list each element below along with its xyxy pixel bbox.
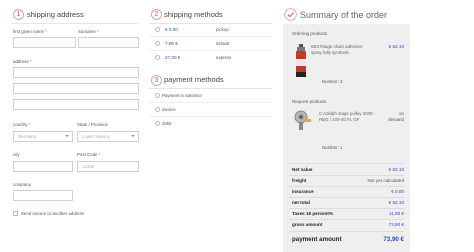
gross-amount-label: gross amount xyxy=(292,222,323,227)
address-line-1-input[interactable] xyxy=(13,67,139,78)
payment-option-separator xyxy=(149,116,272,117)
surname-input[interactable] xyxy=(78,37,139,48)
shipping-address-divider xyxy=(11,23,139,24)
post-code-label-text: Post Code xyxy=(77,152,98,157)
step-3-badge: 3 xyxy=(151,75,162,86)
totals-row-separator xyxy=(289,208,404,209)
totals-row-separator xyxy=(289,186,404,187)
product-2-price: on demand xyxy=(388,111,404,122)
payment-amount-value: 73,90 € xyxy=(383,236,404,243)
shipping-option-pickup-price: € 0.00 xyxy=(165,27,178,32)
required-mark: * xyxy=(98,152,101,157)
send-invoice-checkbox[interactable] xyxy=(13,211,18,216)
totals-separator xyxy=(289,163,404,164)
totals-row-separator xyxy=(289,175,404,176)
shipping-methods-divider xyxy=(149,23,272,24)
company-input[interactable] xyxy=(13,190,73,201)
freight-label: freight xyxy=(292,178,307,183)
summary-check-icon xyxy=(284,8,297,21)
post-code-input[interactable]: 12345 xyxy=(77,161,139,172)
payment-methods-divider xyxy=(149,88,272,89)
state-select[interactable]: Lower Saxony xyxy=(77,131,139,142)
required-mark: * xyxy=(28,122,31,127)
first-name-input[interactable] xyxy=(13,37,76,48)
product-2-quantity: Number: 1 xyxy=(322,145,343,150)
taxes-label: Taxes 19 percent% xyxy=(292,211,334,216)
net-total-label: net total xyxy=(292,200,310,205)
payment-option-debit-label: debit xyxy=(162,121,172,126)
product-pulley-image xyxy=(294,110,311,130)
shipping-option-separator xyxy=(149,50,272,51)
payment-option-invoice-radio[interactable] xyxy=(155,107,160,112)
taxes-amount: 11,80 € xyxy=(389,211,404,216)
insurance-amount: € 0.00 xyxy=(391,189,404,194)
net-value-label: Net value xyxy=(292,167,313,172)
totals-row-separator xyxy=(289,197,404,198)
city-label: city xyxy=(13,152,20,157)
product-1-price: € 62.10 xyxy=(388,44,404,49)
country-label: country * xyxy=(13,122,30,127)
product-1-name: IBISTstage chain adhesive spray fully sy… xyxy=(311,44,381,55)
summary-panel: Ordering products IBISTstage chain adhes… xyxy=(283,24,410,252)
product-1-quantity: Number: 3 xyxy=(322,79,343,84)
step-2-badge: 2 xyxy=(151,9,162,20)
shipping-option-express-name: express xyxy=(216,55,232,60)
shipping-methods-title: shipping methods xyxy=(164,10,223,19)
summary-title: Summary of the order xyxy=(300,10,388,20)
address-line-2-input[interactable] xyxy=(13,83,139,94)
country-label-text: country xyxy=(13,122,28,127)
payment-option-advance-label: Payment in advance xyxy=(162,93,202,98)
shipping-option-express-radio[interactable] xyxy=(155,55,160,60)
required-mark: * xyxy=(45,29,47,34)
product-spray-can-image xyxy=(296,44,306,77)
state-label: State / Province xyxy=(77,122,108,127)
product-2-name-line-1: C Adolph stage pulley 2000- xyxy=(319,111,374,116)
product-2-name-line-2: RBG / 100-40 FL GF xyxy=(319,116,360,122)
gross-amount-value: 73,90 € xyxy=(388,222,404,227)
net-value-amount: € 62.10 xyxy=(388,167,404,172)
send-invoice-label: Send invoice to another address xyxy=(21,211,84,216)
payment-option-debit-radio[interactable] xyxy=(155,121,160,126)
shipping-option-pickup-radio[interactable] xyxy=(155,27,160,32)
shipping-option-separator xyxy=(149,36,272,37)
step-1-badge: 1 xyxy=(13,9,24,20)
totals-row-separator xyxy=(289,231,404,232)
country-select[interactable]: Germany xyxy=(13,131,73,142)
surname-label: Surname * xyxy=(78,29,99,34)
totals-row-separator xyxy=(289,219,404,220)
net-total-amount: € 62.10 xyxy=(388,200,404,205)
shipping-option-pickup-name: pickup xyxy=(216,27,229,32)
payment-option-advance-radio[interactable] xyxy=(155,93,160,98)
shipping-address-title: shipping address xyxy=(27,10,84,19)
shipping-option-express-price: 27,00 € xyxy=(165,55,181,60)
request-products-label: Request products xyxy=(292,99,327,104)
payment-option-separator xyxy=(149,102,272,103)
insurance-label: insurance xyxy=(292,189,314,194)
address-label-text: address xyxy=(13,59,29,64)
city-input[interactable] xyxy=(13,161,73,172)
post-code-label: Post Code * xyxy=(77,152,100,157)
product-1-name-line-2: spray fully synthetic xyxy=(311,49,350,55)
address-label: address * xyxy=(13,59,32,64)
freight-amount: Not yet calculated xyxy=(367,178,404,183)
shipping-option-default-price: 7,90 € xyxy=(165,41,178,46)
product-2-name: C Adolph stage pulley 2000- RBG / 100-40… xyxy=(319,111,383,122)
payment-option-invoice-label: invoice xyxy=(162,107,176,112)
payment-amount-label: payment amount xyxy=(292,236,342,243)
product-2-price-line-2: demand xyxy=(388,116,404,122)
required-mark: * xyxy=(97,29,99,34)
address-line-3-input[interactable] xyxy=(13,99,139,110)
shipping-option-default-radio[interactable] xyxy=(155,41,160,46)
first-name-label-text: first given name xyxy=(13,29,44,34)
shipping-option-default-name: default xyxy=(216,41,230,46)
first-name-label: first given name * xyxy=(13,29,47,34)
payment-methods-title: payment methods xyxy=(164,75,224,84)
company-label: company xyxy=(13,182,31,187)
ordering-products-label: Ordering products xyxy=(292,31,328,36)
required-mark: * xyxy=(29,59,32,64)
surname-label-text: Surname xyxy=(78,29,96,34)
